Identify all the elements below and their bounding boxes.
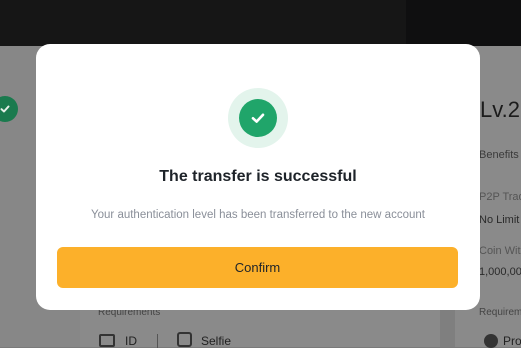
p2p-trading-label: P2P Trad xyxy=(479,191,521,203)
requirement-selfie: Selfie xyxy=(201,334,232,348)
requirement-pro: Pro xyxy=(503,334,521,348)
dialog-message: Your authentication level has been trans… xyxy=(91,209,425,221)
top-bar-right xyxy=(406,0,521,46)
confirm-button[interactable]: Confirm xyxy=(57,247,458,288)
proof-icon xyxy=(484,334,498,348)
success-icon-ring xyxy=(228,88,288,148)
coin-withdrawal-label: Coin Wit xyxy=(479,245,521,257)
requirements-label-next: Requirem xyxy=(479,307,521,318)
level-title: Lv.2 xyxy=(480,97,520,122)
selfie-icon xyxy=(177,332,192,347)
coin-withdrawal-value: 1,000,00 xyxy=(479,266,521,278)
id-card-icon xyxy=(99,334,115,347)
requirement-id: ID xyxy=(125,334,137,348)
dialog-title: The transfer is successful xyxy=(159,168,357,185)
divider xyxy=(157,334,158,348)
transfer-success-dialog: The transfer is successful Your authenti… xyxy=(36,44,480,310)
benefits-label: Benefits xyxy=(479,149,519,161)
check-circle-icon xyxy=(239,99,277,137)
top-bar xyxy=(0,0,521,46)
p2p-trading-value: No Limit xyxy=(479,214,520,226)
